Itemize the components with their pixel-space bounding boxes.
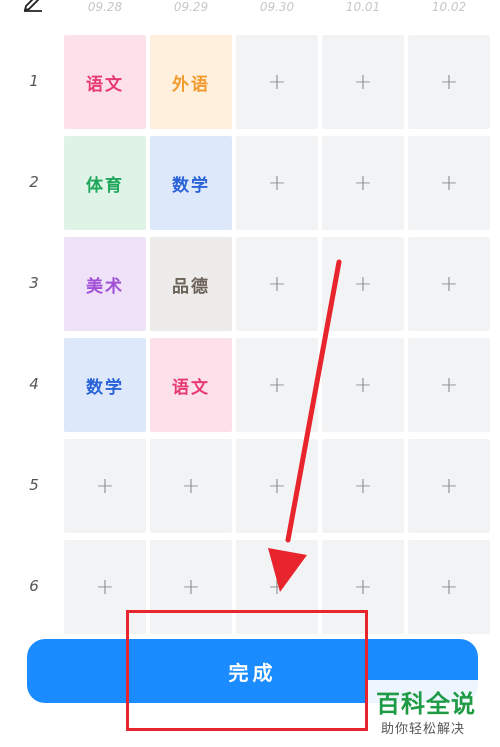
course-name: 体育: [86, 175, 124, 196]
add-course-cell[interactable]: +: [408, 237, 490, 331]
course-cell[interactable]: 数学: [64, 338, 146, 432]
add-course-cell[interactable]: +: [322, 237, 404, 331]
plus-icon: +: [439, 372, 459, 398]
add-course-cell[interactable]: +: [236, 237, 318, 331]
plus-icon: +: [267, 170, 287, 196]
watermark-subtitle: 助你轻松解决: [381, 722, 466, 737]
course-name: 外语: [172, 74, 210, 95]
add-course-cell[interactable]: +: [408, 338, 490, 432]
course-name: 语文: [172, 377, 210, 398]
plus-icon: +: [353, 69, 373, 95]
plus-icon: +: [439, 271, 459, 297]
plus-icon: +: [439, 574, 459, 600]
add-course-cell[interactable]: +: [236, 439, 318, 533]
add-course-cell[interactable]: +: [236, 136, 318, 230]
add-course-cell[interactable]: +: [322, 136, 404, 230]
plus-icon: +: [267, 574, 287, 600]
course-cell[interactable]: 外语: [150, 35, 232, 129]
add-course-cell[interactable]: +: [322, 439, 404, 533]
course-name: 品德: [172, 276, 210, 297]
period-number: 3: [29, 274, 39, 292]
course-cell[interactable]: 美术: [64, 237, 146, 331]
date-label: 09.30: [259, 0, 295, 14]
date-label: 10.01: [345, 0, 381, 14]
plus-icon: +: [353, 574, 373, 600]
add-course-cell[interactable]: +: [408, 439, 490, 533]
period-number: 4: [29, 375, 39, 393]
date-label: 09.28: [87, 0, 123, 14]
plus-icon: +: [439, 170, 459, 196]
add-course-cell[interactable]: +: [236, 338, 318, 432]
period-number: 2: [29, 173, 39, 191]
add-course-cell[interactable]: +: [322, 35, 404, 129]
period-number: 1: [29, 72, 39, 90]
course-cell[interactable]: 体育: [64, 136, 146, 230]
plus-icon: +: [439, 69, 459, 95]
highlight-box: [126, 610, 368, 731]
plus-icon: +: [267, 69, 287, 95]
course-cell[interactable]: 品德: [150, 237, 232, 331]
add-course-cell[interactable]: +: [408, 540, 490, 634]
course-name: 数学: [172, 175, 210, 196]
date-label: 10.02: [431, 0, 467, 14]
course-cell[interactable]: 语文: [64, 35, 146, 129]
plus-icon: +: [267, 271, 287, 297]
plus-icon: +: [95, 574, 115, 600]
add-course-cell[interactable]: +: [236, 35, 318, 129]
plus-icon: +: [353, 473, 373, 499]
add-course-cell[interactable]: +: [64, 439, 146, 533]
watermark: 百科全说 助你轻松解决: [368, 680, 500, 747]
plus-icon: +: [181, 574, 201, 600]
period-number: 6: [29, 577, 39, 595]
watermark-title: 百科全说: [376, 690, 476, 718]
course-cell[interactable]: 数学: [150, 136, 232, 230]
plus-icon: +: [353, 271, 373, 297]
date-label: 09.29: [173, 0, 209, 14]
plus-icon: +: [353, 170, 373, 196]
plus-icon: +: [267, 473, 287, 499]
plus-icon: +: [95, 473, 115, 499]
add-course-cell[interactable]: +: [150, 439, 232, 533]
plus-icon: +: [181, 473, 201, 499]
add-course-cell[interactable]: +: [408, 136, 490, 230]
add-course-cell[interactable]: +: [322, 338, 404, 432]
course-name: 语文: [86, 74, 124, 95]
date-header: 09.28 09.29 09.30 10.01 10.02: [0, 0, 500, 18]
course-name: 美术: [86, 276, 124, 297]
add-course-cell[interactable]: +: [408, 35, 490, 129]
course-cell[interactable]: 语文: [150, 338, 232, 432]
period-number: 5: [29, 476, 39, 494]
plus-icon: +: [353, 372, 373, 398]
course-name: 数学: [86, 377, 124, 398]
plus-icon: +: [267, 372, 287, 398]
plus-icon: +: [439, 473, 459, 499]
